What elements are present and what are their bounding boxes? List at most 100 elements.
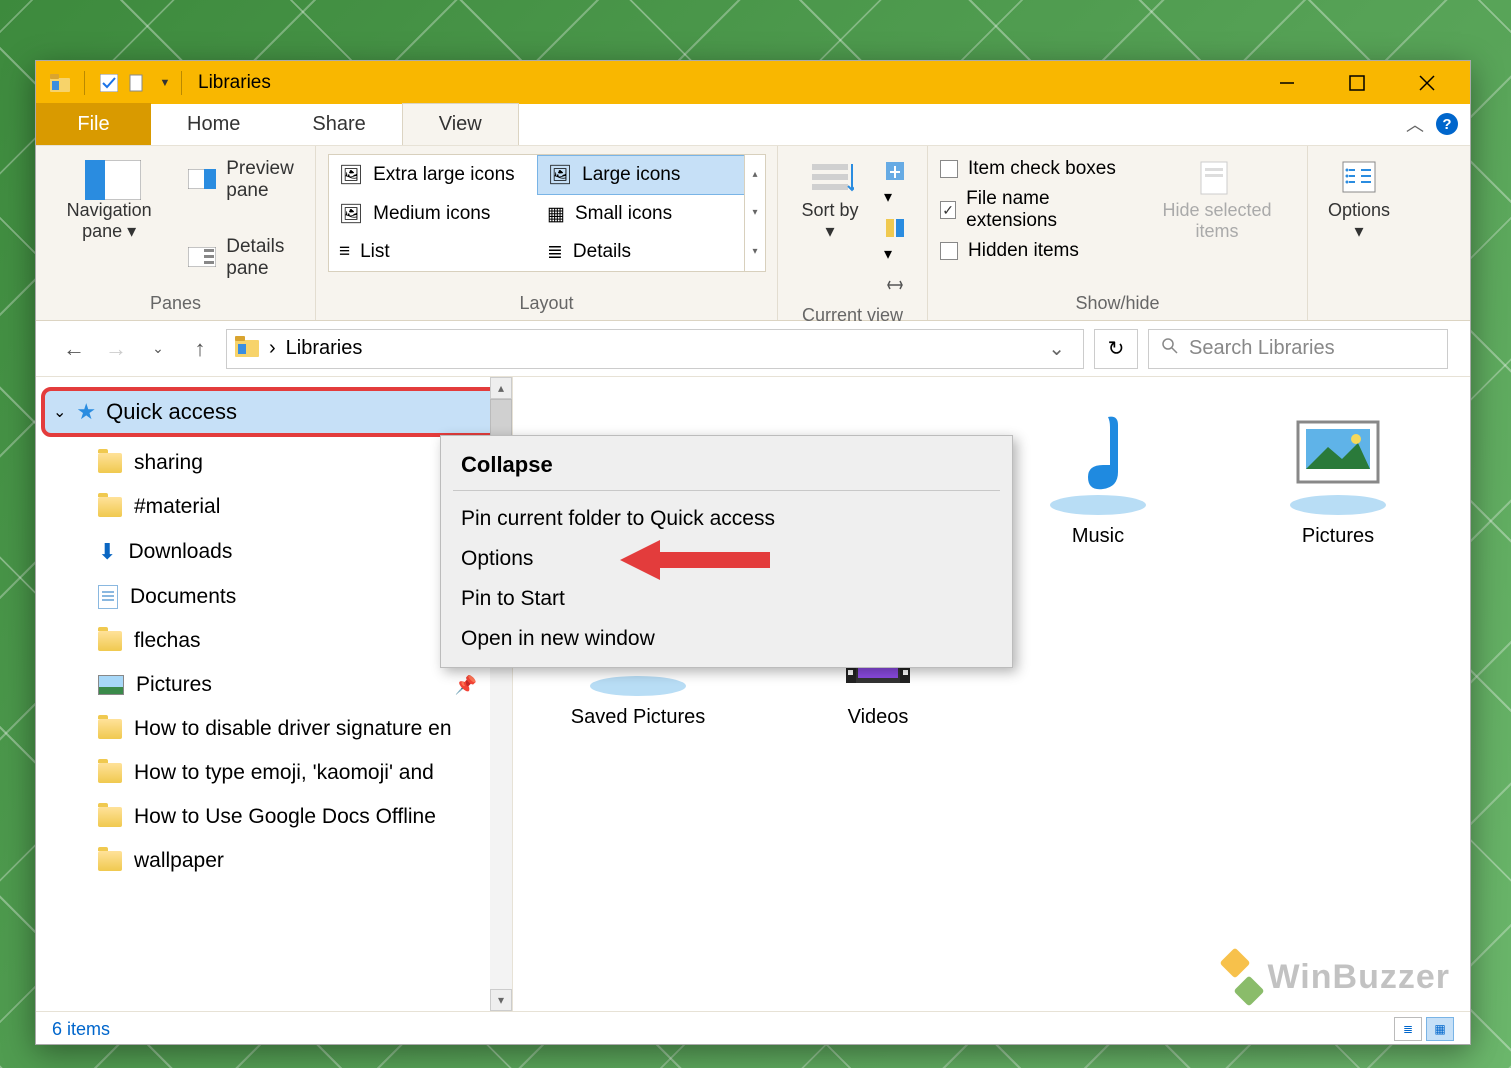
recent-dropdown-icon[interactable]: ⌄ [142,333,174,365]
sidebar-item-label: How to type emoji, 'kaomoji' and [134,761,434,785]
library-item[interactable]: Music [1013,397,1183,548]
search-input[interactable]: Search Libraries [1148,329,1448,369]
library-icon [1278,397,1398,517]
options-label: Options▾ [1328,200,1390,242]
large-icons-view-button[interactable]: ▦ [1426,1017,1454,1041]
statusbar: 6 items ≣ ▦ [36,1011,1470,1046]
context-menu-open-new-window[interactable]: Open in new window [441,619,1012,659]
sidebar-item-label: Pictures [136,673,212,697]
sidebar-item[interactable]: How to Use Google Docs Offline [36,795,512,839]
options-button[interactable]: Options▾ [1320,154,1398,248]
layout-scroll-up-icon[interactable]: ▴ [752,165,757,184]
sidebar-item-label: Documents [130,585,236,609]
refresh-button[interactable]: ↻ [1094,329,1138,369]
close-button[interactable] [1392,61,1462,104]
folder-icon [98,851,122,871]
location-folder-icon [235,335,259,363]
scrollbar-down-button[interactable]: ▾ [490,989,512,1011]
item-check-boxes-toggle[interactable]: Item check boxes [940,154,1125,184]
ribbon: Navigation pane ▾ Preview pane Details p… [36,146,1470,321]
sidebar-item[interactable]: Pictures 📌 [36,663,512,707]
watermark: WinBuzzer [1210,952,1450,1002]
address-dropdown-icon[interactable]: ⌄ [1038,336,1075,361]
sidebar-item-label: How to Use Google Docs Offline [134,805,436,829]
breadcrumb-sep: › [269,337,276,360]
layout-more-icon[interactable]: ▾ [752,242,757,261]
sidebar-item-label: sharing [134,451,203,475]
layout-details[interactable]: ≣Details [537,234,745,271]
preview-pane-button[interactable]: Preview pane [184,154,303,206]
sidebar-item-label: flechas [134,629,201,653]
details-pane-button[interactable]: Details pane [184,232,303,284]
tab-file[interactable]: File [36,103,151,145]
layout-large[interactable]: 🖼Large icons [537,155,745,195]
sidebar-item[interactable]: How to disable driver signature en [36,707,512,751]
qat-dropdown-icon[interactable]: ▼ [155,73,175,93]
show-hide-group-label: Show/hide [940,289,1295,318]
up-button[interactable]: ↑ [184,333,216,365]
context-menu: Collapse Pin current folder to Quick acc… [440,435,1013,668]
tab-view[interactable]: View [402,103,519,145]
tab-share[interactable]: Share [276,103,401,145]
library-label: Music [1072,525,1124,548]
folder-icon [98,763,122,783]
sidebar-quick-access[interactable]: ⌄ ★ Quick access [41,387,507,437]
folder-icon [98,453,122,473]
layout-scroll-down-icon[interactable]: ▾ [752,203,757,222]
minimize-button[interactable] [1252,61,1322,104]
hidden-items-toggle[interactable]: Hidden items [940,236,1125,266]
navigation-row: ← → ⌄ ↑ › Libraries ⌄ ↻ Search Libraries [36,321,1470,377]
context-menu-pin-quick-access[interactable]: Pin current folder to Quick access [441,499,1012,539]
explorer-icon [50,73,70,93]
sort-by-button[interactable]: Sort by ▾ [790,154,870,248]
maximize-button[interactable] [1322,61,1392,104]
context-menu-title[interactable]: Collapse [441,444,1012,486]
layout-medium[interactable]: 🖼Medium icons [329,195,537,233]
panes-group-label: Panes [48,289,303,318]
layout-gallery[interactable]: 🖼Extra large icons 🖼Large icons 🖼Medium … [328,154,746,272]
window-title: Libraries [198,72,271,94]
ribbon-tabs: File Home Share View ︿ ? [36,104,1470,146]
new-folder-icon[interactable] [127,73,147,93]
folder-icon [98,719,122,739]
folder-icon [98,631,122,651]
context-menu-options[interactable]: Options [441,539,1012,579]
pin-icon: 📌 [455,675,477,696]
address-bar[interactable]: › Libraries ⌄ [226,329,1084,369]
downloads-icon: ⬇ [98,539,116,565]
navigation-pane-button[interactable]: Navigation pane ▾ [48,154,170,248]
folder-icon [98,497,122,517]
properties-icon[interactable] [99,73,119,93]
tab-home[interactable]: Home [151,103,276,145]
watermark-text: WinBuzzer [1268,958,1450,997]
sidebar-item-label: How to disable driver signature en [134,717,452,741]
size-columns-icon[interactable] [884,274,915,301]
library-item[interactable]: Pictures [1253,397,1423,548]
layout-extra-large[interactable]: 🖼Extra large icons [329,155,537,195]
sort-by-label: Sort by ▾ [798,200,862,242]
scrollbar-up-button[interactable]: ▴ [490,377,512,399]
details-view-button[interactable]: ≣ [1394,1017,1422,1041]
layout-small[interactable]: ▦Small icons [537,195,745,233]
help-icon[interactable]: ? [1436,113,1458,135]
sidebar-item-label: Downloads [128,540,232,564]
forward-button[interactable]: → [100,333,132,365]
layout-list[interactable]: ≡List [329,234,537,271]
back-button[interactable]: ← [58,333,90,365]
sidebar-item[interactable]: How to type emoji, 'kaomoji' and [36,751,512,795]
titlebar: ▼ Libraries [36,61,1470,104]
collapse-ribbon-icon[interactable]: ︿ [1406,111,1424,137]
library-icon [1038,397,1158,517]
group-by-icon[interactable]: ▾ [884,217,915,264]
sidebar-item-label: wallpaper [134,849,224,873]
context-menu-pin-start[interactable]: Pin to Start [441,579,1012,619]
picture-icon [98,675,124,695]
hide-selected-button[interactable]: Hide selected items [1139,154,1295,248]
breadcrumb-location[interactable]: Libraries [286,337,363,360]
library-label: Videos [848,706,909,729]
add-columns-icon[interactable]: ▾ [884,160,915,207]
star-icon: ★ [76,399,96,425]
file-name-extensions-toggle[interactable]: ✓File name extensions [940,184,1125,236]
sidebar-item[interactable]: wallpaper [36,839,512,883]
layout-group-label: Layout [328,289,765,318]
